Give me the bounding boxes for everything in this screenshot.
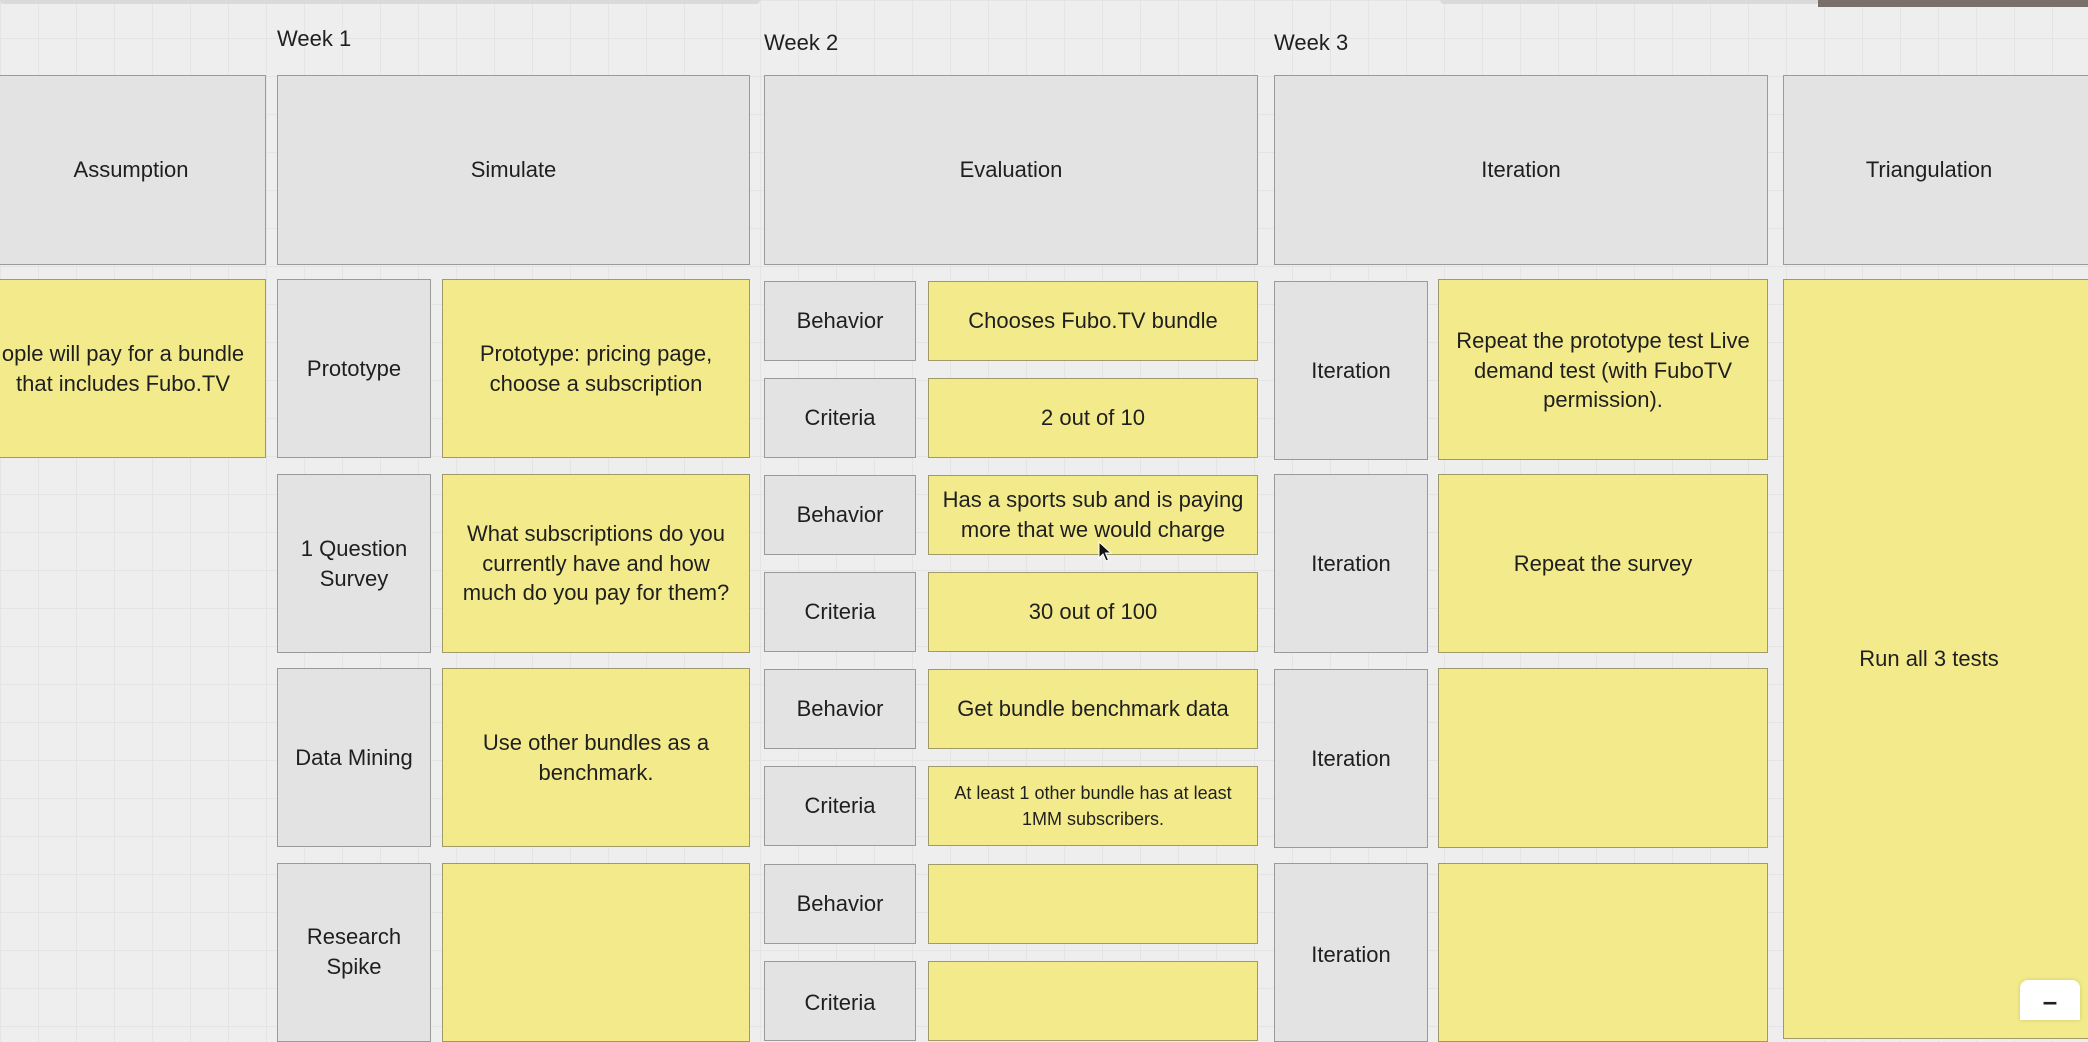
criteria-label: Criteria [804, 990, 876, 1015]
header-iteration[interactable]: Iteration [1274, 75, 1768, 265]
behavior-label-cell[interactable]: Behavior [764, 669, 916, 749]
week-2-label: Week 2 [764, 30, 839, 55]
header-iteration-label: Iteration [1481, 157, 1561, 183]
iteration-label-cell[interactable]: Iteration [1274, 669, 1428, 848]
zoom-out-button[interactable]: – [2020, 980, 2080, 1020]
criteria-label: Criteria [804, 405, 876, 431]
behavior-sticky[interactable]: Has a sports sub and is paying more that… [928, 475, 1258, 555]
header-assumption-label: Assumption [73, 157, 189, 183]
iteration-sticky[interactable] [1438, 668, 1768, 848]
criteria-label-cell[interactable]: Criteria [764, 766, 916, 846]
iteration-label: Iteration [1311, 942, 1391, 967]
criteria-sticky[interactable] [928, 961, 1258, 1041]
behavior-label: Behavior [796, 308, 884, 334]
assumption-text: ople will pay for a bundle that includes… [1, 340, 245, 396]
simulate-text: Use other bundles as a benchmark. [482, 729, 710, 785]
behavior-label: Behavior [796, 891, 884, 917]
behavior-text: Chooses Fubo.TV bundle [968, 308, 1218, 334]
week-3-label: Week 3 [1274, 30, 1349, 55]
simulate-sticky-survey[interactable]: What subscriptions do you currently have… [442, 474, 750, 653]
header-simulate-label: Simulate [470, 157, 557, 183]
method-label: 1 Question Survey [300, 535, 408, 591]
iteration-sticky[interactable]: Repeat the survey [1438, 474, 1768, 653]
simulate-text: What subscriptions do you currently have… [462, 520, 730, 606]
method-question-survey[interactable]: 1 Question Survey [277, 474, 431, 653]
header-triangulation-label: Triangulation [1865, 157, 1993, 183]
week-1-label: Week 1 [277, 26, 352, 51]
method-label: Prototype [306, 355, 402, 381]
header-triangulation[interactable]: Triangulation [1783, 75, 2088, 265]
iteration-label: Iteration [1311, 745, 1391, 771]
criteria-text: At least 1 other bundle has at least 1MM… [954, 782, 1232, 829]
behavior-sticky[interactable] [928, 864, 1258, 944]
iteration-text: Repeat the survey [1513, 550, 1693, 576]
iteration-label-cell[interactable]: Iteration [1274, 281, 1428, 460]
simulate-sticky-research-spike[interactable] [442, 863, 750, 1042]
behavior-sticky[interactable]: Chooses Fubo.TV bundle [928, 281, 1258, 361]
behavior-text: Get bundle benchmark data [957, 696, 1229, 722]
header-assumption[interactable]: Assumption [0, 75, 266, 265]
criteria-label-cell[interactable]: Criteria [764, 378, 916, 458]
iteration-label-cell[interactable]: Iteration [1274, 474, 1428, 653]
simulate-sticky-data-mining[interactable]: Use other bundles as a benchmark. [442, 668, 750, 847]
assumption-sticky[interactable]: ople will pay for a bundle that includes… [0, 279, 266, 458]
iteration-text: Repeat the prototype test Live demand te… [1456, 328, 1750, 413]
behavior-label-cell[interactable]: Behavior [764, 475, 916, 555]
top-edge-panel-right [1440, 0, 1820, 4]
criteria-text: 2 out of 10 [1041, 405, 1145, 431]
criteria-label: Criteria [804, 793, 876, 819]
behavior-label: Behavior [796, 502, 884, 528]
triangulation-text: Run all 3 tests [1859, 646, 1999, 672]
behavior-text: Has a sports sub and is paying more that… [942, 487, 1244, 542]
criteria-sticky[interactable]: 30 out of 100 [928, 572, 1258, 652]
header-evaluation[interactable]: Evaluation [764, 75, 1258, 265]
behavior-sticky[interactable]: Get bundle benchmark data [928, 669, 1258, 749]
criteria-label: Criteria [804, 599, 876, 625]
criteria-sticky[interactable]: 2 out of 10 [928, 378, 1258, 458]
header-evaluation-label: Evaluation [959, 157, 1063, 183]
method-label: Data Mining [295, 744, 413, 770]
criteria-text: 30 out of 100 [1028, 599, 1158, 625]
iteration-label-cell[interactable]: Iteration [1274, 863, 1428, 1042]
criteria-label-cell[interactable]: Criteria [764, 572, 916, 652]
header-simulate[interactable]: Simulate [277, 75, 750, 265]
mouse-cursor-icon [1098, 541, 1112, 562]
method-label: Research Spike [306, 924, 402, 979]
iteration-label: Iteration [1311, 550, 1391, 576]
top-edge-panel-left [0, 0, 760, 4]
behavior-label-cell[interactable]: Behavior [764, 864, 916, 944]
method-data-mining[interactable]: Data Mining [277, 668, 431, 847]
triangulation-sticky[interactable]: Run all 3 tests [1783, 279, 2088, 1039]
iteration-sticky[interactable]: Repeat the prototype test Live demand te… [1438, 279, 1768, 460]
iteration-label: Iteration [1311, 357, 1391, 383]
method-research-spike[interactable]: Research Spike [277, 863, 431, 1042]
behavior-label-cell[interactable]: Behavior [764, 281, 916, 361]
criteria-label-cell[interactable]: Criteria [764, 961, 916, 1041]
criteria-sticky[interactable]: At least 1 other bundle has at least 1MM… [928, 766, 1258, 846]
simulate-sticky-prototype[interactable]: Prototype: pricing page, choose a subscr… [442, 279, 750, 458]
video-thumbnail-edge [1818, 0, 2088, 7]
method-prototype[interactable]: Prototype [277, 279, 431, 458]
minus-icon: – [2042, 986, 2058, 1016]
behavior-label: Behavior [796, 696, 884, 722]
iteration-sticky[interactable] [1438, 863, 1768, 1042]
simulate-text: Prototype: pricing page, choose a subscr… [479, 340, 713, 396]
